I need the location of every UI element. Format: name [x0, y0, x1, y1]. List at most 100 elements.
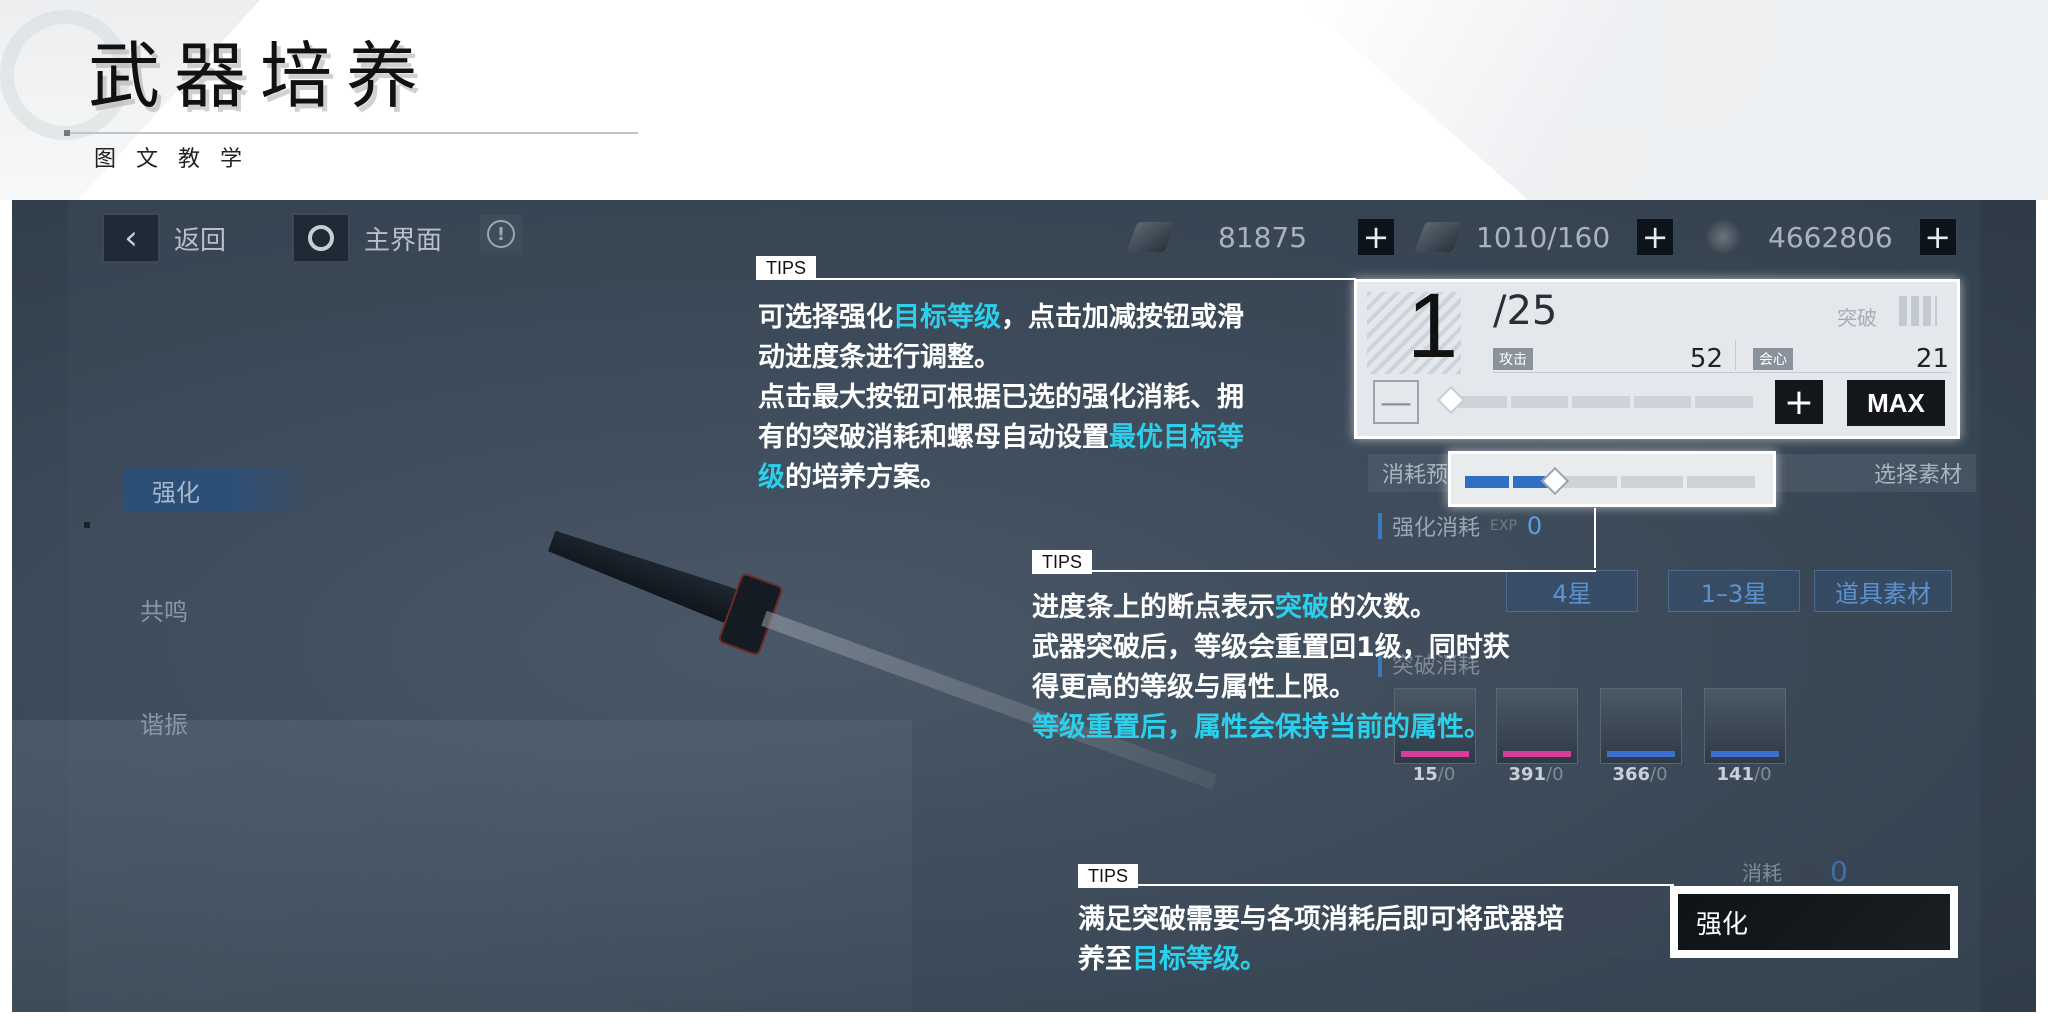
filter-1-3star-button[interactable]: 1–3星 — [1668, 570, 1800, 612]
tips-line: 有的突破消耗和螺母自动设置最优目标等 — [758, 418, 1338, 458]
stat-label: 会心 — [1753, 348, 1793, 370]
stat-underline — [1493, 372, 1951, 373]
stat-attack: 攻击 52 — [1493, 344, 1723, 374]
header-backdrop-right — [1300, 0, 2048, 200]
back-arrow-icon: ‹ — [102, 213, 160, 263]
increase-level-button[interactable]: + — [1775, 380, 1823, 424]
sidebar-item-resonance[interactable]: 共鸣 — [140, 592, 188, 627]
tips-line: 进度条上的断点表示突破的次数。 — [1032, 588, 1632, 628]
back-button[interactable]: ‹ 返回 — [102, 213, 226, 263]
consume-row: 消耗 0 — [1742, 855, 1848, 888]
breakthrough-pips-icon — [1899, 296, 1937, 326]
tips-leader-line — [1078, 884, 1674, 886]
tips-leader-line — [756, 278, 1356, 280]
slider-filled-segment — [1465, 476, 1509, 488]
resource-stamina: 1010/160 + — [1414, 218, 1675, 256]
floor-reflection — [12, 720, 912, 1012]
stat-label: 攻击 — [1493, 348, 1533, 370]
tips-text-segment: 有的突破消耗和螺母自动设置 — [758, 422, 1109, 453]
select-material-button[interactable]: 选择素材 — [1874, 457, 1962, 489]
tips-text-1: 可选择强化目标等级，点击加减按钮或滑动进度条进行调整。点击最大按钮可根据已选的强… — [758, 298, 1338, 498]
breakpoint-slider-zoom[interactable] — [1448, 451, 1776, 507]
rarity-stripe — [1607, 751, 1675, 757]
filter-item-material-button[interactable]: 道具素材 — [1814, 570, 1952, 612]
sidebar-item-enhance[interactable]: 强化 — [124, 468, 314, 512]
tips-highlight-text: 突破 — [1275, 592, 1329, 623]
tips-line: 养至目标等级。 — [1078, 940, 1658, 980]
title-divider — [64, 132, 638, 134]
sidebar-item-label: 强化 — [152, 478, 200, 507]
enhance-button[interactable]: 强化 — [1678, 894, 1950, 950]
max-level-button[interactable]: MAX — [1847, 380, 1945, 426]
tips-highlight-text: 最优目标等 — [1109, 422, 1244, 453]
stat-crit: 会心 21 — [1753, 344, 1949, 374]
tips-text-segment: 点击最大按钮可根据已选的强化消耗、拥 — [758, 382, 1244, 413]
page-title: 武器培养 — [88, 34, 433, 118]
add-chip-button[interactable]: + — [1357, 218, 1396, 256]
tips-leader-line — [1594, 508, 1596, 568]
tips-text-3: 满足突破需要与各项消耗后即可将武器培 养至目标等级。 — [1078, 900, 1658, 980]
tips-text-segment: 的次数。 — [1329, 592, 1437, 623]
page-subtitle: 图文教学 — [94, 147, 263, 172]
level-slider-track[interactable] — [1449, 396, 1753, 408]
home-button[interactable]: 主界面 — [292, 213, 442, 263]
material-count: 141/0 — [1716, 764, 1772, 785]
exp-unit: EXP — [1490, 518, 1517, 534]
title-divider-dot — [64, 130, 70, 136]
resource-value: 81875 — [1218, 220, 1308, 254]
shell-credit-icon — [1706, 220, 1740, 254]
breakthrough-label: 突破 — [1837, 306, 1877, 330]
sidebar-item-harmony[interactable]: 谐振 — [140, 705, 188, 740]
resource-shell-credit: 4662806 + — [1706, 218, 1957, 256]
tips-text-2: 进度条上的断点表示突破的次数。 武器突破后，等级会重置回1级，同时获 得更高的等级与… — [1032, 588, 1632, 748]
slider-empty-segment — [1687, 476, 1755, 488]
consume-value: 0 — [1830, 855, 1848, 888]
max-level: /25 — [1493, 288, 1558, 334]
stat-divider — [1735, 340, 1736, 370]
level-slider-thumb[interactable] — [1436, 385, 1466, 415]
rarity-stripe — [1503, 751, 1571, 757]
add-credit-button[interactable]: + — [1918, 218, 1957, 256]
tips-highlight-text: 目标等级。 — [1132, 944, 1267, 975]
material-count: 15/0 — [1412, 764, 1456, 785]
tips-text-segment: 得更高的等级与属性上限。 — [1032, 672, 1356, 703]
tips-line: 等级重置后，属性会保持当前的属性。 — [1032, 708, 1632, 748]
info-button[interactable]: ! — [480, 215, 522, 253]
enhance-cost-row: 强化消耗 EXP 0 — [1378, 510, 1542, 542]
tips-line: 得更高的等级与属性上限。 — [1032, 668, 1632, 708]
tips-text-segment: 可选择强化 — [758, 302, 893, 333]
consume-label: 消耗 — [1742, 861, 1782, 885]
resource-value: 4662806 — [1768, 220, 1893, 254]
tips-text-segment: 的培养方案。 — [785, 462, 947, 493]
enhance-cost-value: 0 — [1526, 512, 1543, 540]
tips-text-segment: 动进度条进行调整。 — [758, 342, 1001, 373]
material-chip-icon — [1126, 222, 1176, 252]
tips-highlight-text: 目标等级 — [893, 302, 1001, 333]
tips-text-segment: 进度条上的断点表示 — [1032, 592, 1275, 623]
tips-line: 动进度条进行调整。 — [758, 338, 1338, 378]
stat-value: 52 — [1689, 344, 1723, 374]
level-panel: 1 /25 突破 攻击 52 会心 21 — + MAX — [1354, 275, 1960, 439]
back-label: 返回 — [174, 225, 227, 256]
tips-line: 满足突破需要与各项消耗后即可将武器培 — [1078, 900, 1658, 940]
home-label: 主界面 — [364, 225, 443, 256]
tips-line: 可选择强化目标等级，点击加减按钮或滑 — [758, 298, 1338, 338]
rarity-stripe — [1711, 751, 1779, 757]
info-icon: ! — [487, 220, 515, 248]
sidebar-marker — [84, 522, 90, 528]
slider-thumb[interactable] — [1540, 466, 1570, 496]
shell-credit-icon — [1792, 857, 1820, 886]
tips-line: 武器突破后，等级会重置回1级，同时获 — [1032, 628, 1632, 668]
resource-value: 1010/160 — [1476, 220, 1611, 254]
section-marker — [1378, 513, 1382, 539]
material-card[interactable] — [1704, 688, 1786, 764]
tips-highlight-text: 级 — [758, 462, 785, 493]
add-stamina-button[interactable]: + — [1636, 218, 1675, 256]
tips-line: 点击最大按钮可根据已选的强化消耗、拥 — [758, 378, 1338, 418]
tips-highlight-text: 等级重置后，属性会保持当前的属性。 — [1032, 712, 1491, 743]
decrease-level-button[interactable]: — — [1373, 380, 1419, 424]
tips-leader-line — [1032, 570, 1596, 572]
slider-empty-segment — [1621, 476, 1683, 488]
material-count: 391/0 — [1508, 764, 1564, 785]
home-icon — [292, 213, 350, 263]
